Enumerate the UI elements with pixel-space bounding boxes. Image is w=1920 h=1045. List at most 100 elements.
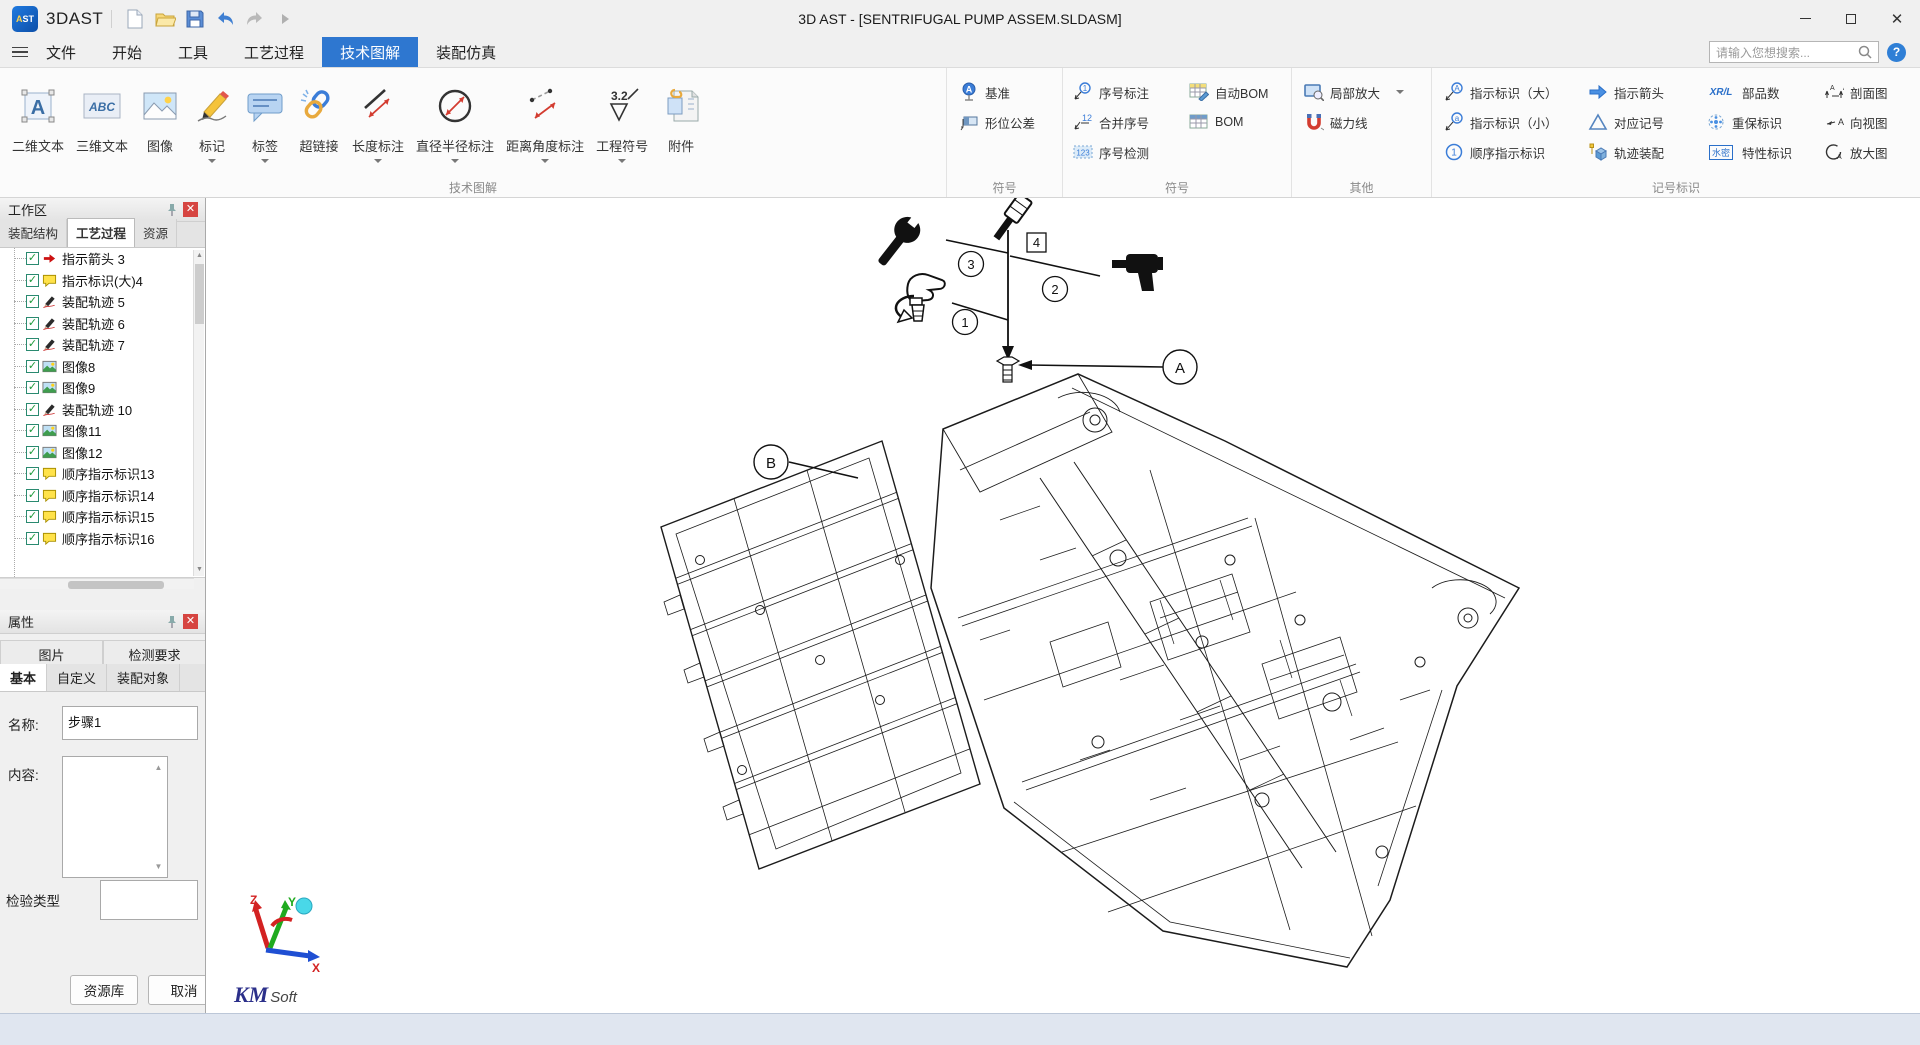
tab-custom[interactable]: 自定义 (47, 664, 107, 691)
tab-assembly-structure[interactable]: 装配结构 (0, 219, 67, 247)
engineering-symbol-button[interactable]: 3.2 工程符号 (590, 74, 654, 167)
toolbar-expand-button[interactable] (270, 6, 300, 32)
hyperlink-button[interactable]: 超链接 (292, 74, 346, 167)
track-assembly-button[interactable]: 轨迹装配 (1584, 140, 1702, 164)
close-button[interactable]: ✕ (1874, 0, 1920, 37)
dropdown-caret-icon[interactable] (1396, 90, 1404, 94)
menu-tab-start[interactable]: 开始 (94, 37, 160, 67)
tree-item[interactable]: ✓顺序指示标识13 (0, 463, 206, 485)
checkbox-checked[interactable]: ✓ (26, 532, 39, 545)
scroll-up-icon[interactable]: ▲ (152, 761, 165, 774)
label-button[interactable]: 标签 (238, 74, 292, 167)
tree-item[interactable]: ✓顺序指示标识16 (0, 528, 206, 550)
length-dimension-button[interactable]: 长度标注 (346, 74, 410, 167)
save-button[interactable] (180, 6, 210, 32)
tree-item[interactable]: ✓顺序指示标识15 (0, 506, 206, 528)
tab-resource[interactable]: 资源 (135, 219, 177, 247)
checkbox-checked[interactable]: ✓ (26, 467, 39, 480)
bom-button[interactable]: BOM (1185, 110, 1285, 134)
2d-text-button[interactable]: A 二维文本 (6, 74, 70, 167)
distance-angle-dimension-button[interactable]: 距离角度标注 (500, 74, 590, 167)
balloon-annotation-button[interactable]: 1 序号标注 (1069, 80, 1185, 104)
tree-item[interactable]: ✓装配轨迹 6 (0, 313, 206, 335)
checkbox-checked[interactable]: ✓ (26, 489, 39, 502)
sequence-indicator-button[interactable]: 1 顺序指示标识 (1440, 140, 1584, 164)
enlarged-view-button[interactable]: A 放大图 (1820, 140, 1920, 164)
checkbox-checked[interactable]: ✓ (26, 360, 39, 373)
attachment-button[interactable]: 附件 (654, 74, 708, 167)
detail-view-button[interactable]: 局部放大 (1300, 80, 1431, 104)
checkbox-checked[interactable]: ✓ (26, 424, 39, 437)
indicator-mark-small-button[interactable]: a 指示标识（小） (1440, 110, 1584, 134)
tree-item[interactable]: ✓装配轨迹 10 (0, 399, 206, 421)
checkbox-checked[interactable]: ✓ (26, 510, 39, 523)
menu-tab-process[interactable]: 工艺过程 (226, 37, 322, 67)
help-button[interactable]: ? (1887, 43, 1906, 62)
tree-horizontal-scrollbar[interactable] (0, 578, 194, 589)
checkbox-checked[interactable]: ✓ (26, 295, 39, 308)
direction-view-button[interactable]: A 向视图 (1820, 110, 1920, 134)
tree-item[interactable]: ✓指示标识(大)4 (0, 270, 206, 292)
3d-text-button[interactable]: ABC 三维文本 (70, 74, 134, 167)
diameter-radius-dimension-button[interactable]: 直径半径标注 (410, 74, 500, 167)
checkbox-checked[interactable]: ✓ (26, 317, 39, 330)
properties-close-icon[interactable]: ✕ (183, 614, 198, 629)
part-count-button[interactable]: XR/L 部品数 (1702, 80, 1820, 104)
tab-process[interactable]: 工艺过程 (67, 218, 135, 247)
checkbox-checked[interactable]: ✓ (26, 381, 39, 394)
checkbox-checked[interactable]: ✓ (26, 252, 39, 265)
tree-item[interactable]: ✓装配轨迹 7 (0, 334, 206, 356)
scroll-down-icon[interactable]: ▼ (152, 860, 165, 873)
image-button[interactable]: 图像 (134, 74, 186, 167)
cancel-button[interactable]: 取消 (148, 975, 206, 1005)
checkbox-checked[interactable]: ✓ (26, 338, 39, 351)
menu-tab-assembly-simulation[interactable]: 装配仿真 (418, 37, 514, 67)
mark-button[interactable]: 标记 (186, 74, 238, 167)
tree-item[interactable]: ✓装配轨迹 5 (0, 291, 206, 313)
balloon-check-button[interactable]: 123 序号检测 (1069, 140, 1185, 164)
checkbox-checked[interactable]: ✓ (26, 274, 39, 287)
auto-bom-button[interactable]: 自动BOM (1185, 80, 1285, 104)
workspace-close-icon[interactable]: ✕ (183, 202, 198, 217)
geometric-tolerance-button[interactable]: 形位公差 (955, 110, 1062, 134)
tree-vertical-scrollbar[interactable]: ▲▼ (193, 250, 204, 576)
correspondence-mark-button[interactable]: 对应记号 (1584, 110, 1702, 134)
important-safety-mark-button[interactable]: 重保标识 (1702, 110, 1820, 134)
tree-item[interactable]: ✓指示箭头 3 (0, 248, 206, 270)
magnetic-line-button[interactable]: 磁力线 (1300, 110, 1431, 134)
undo-button[interactable] (210, 6, 240, 32)
menu-tab-file[interactable]: 文件 (28, 37, 94, 67)
indicator-mark-large-button[interactable]: A 指示标识（大） (1440, 80, 1584, 104)
characteristic-mark-button[interactable]: 水密 特性标识 (1702, 140, 1820, 164)
content-textarea[interactable]: ▲ ▼ (62, 756, 168, 878)
pin-icon[interactable] (166, 615, 178, 629)
tree-item[interactable]: ✓图像8 (0, 356, 206, 378)
tree-item[interactable]: ✓图像9 (0, 377, 206, 399)
pin-icon[interactable] (166, 203, 178, 217)
tab-assembly-object[interactable]: 装配对象 (107, 664, 180, 691)
minimize-button[interactable] (1782, 0, 1828, 37)
search-input[interactable]: 请输入您想搜索... (1709, 41, 1879, 63)
indicator-arrow-button[interactable]: 指示箭头 (1584, 80, 1702, 104)
hamburger-icon[interactable] (12, 37, 28, 67)
maximize-button[interactable] (1828, 0, 1874, 37)
open-folder-button[interactable] (150, 6, 180, 32)
name-input[interactable]: 步骤1 (62, 706, 198, 740)
tree-item[interactable]: ✓图像11 (0, 420, 206, 442)
check-type-input[interactable] (100, 880, 198, 920)
redo-button[interactable] (240, 6, 270, 32)
tree-item[interactable]: ✓顺序指示标识14 (0, 485, 206, 507)
section-view-button[interactable]: AA 剖面图 (1820, 80, 1920, 104)
checkbox-checked[interactable]: ✓ (26, 446, 39, 459)
datum-button[interactable]: A 基准 (955, 80, 1062, 104)
menu-tab-tools[interactable]: 工具 (160, 37, 226, 67)
tab-basic[interactable]: 基本 (0, 664, 47, 691)
resource-library-button[interactable]: 资源库 (70, 975, 138, 1005)
merge-balloon-button[interactable]: 12 合并序号 (1069, 110, 1185, 134)
menu-tab-technical-illustration[interactable]: 技术图解 (322, 37, 418, 67)
checkbox-checked[interactable]: ✓ (26, 403, 39, 416)
workspace-title: 工作区 (8, 200, 47, 219)
drawing-canvas[interactable]: 1 2 3 4 A B (206, 198, 1920, 1013)
new-document-button[interactable] (120, 6, 150, 32)
tree-item[interactable]: ✓图像12 (0, 442, 206, 464)
